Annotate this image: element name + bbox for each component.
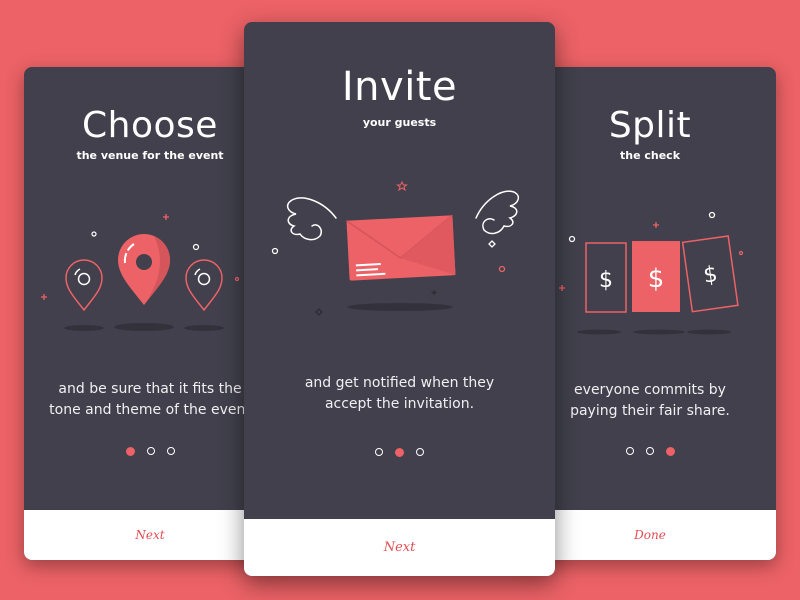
next-button[interactable]: Next bbox=[370, 536, 430, 559]
map-pins-illustration bbox=[41, 214, 240, 331]
card-footer: Done bbox=[524, 510, 776, 560]
card-description: and get notified when they accept the in… bbox=[304, 375, 495, 412]
page-dot-1[interactable] bbox=[625, 447, 634, 455]
wing-left-icon bbox=[286, 197, 337, 241]
map-pin-center-icon bbox=[118, 234, 170, 305]
ticket-center-icon: $ bbox=[632, 241, 680, 312]
page-dot-1[interactable] bbox=[375, 448, 383, 456]
winged-envelope-illustration bbox=[271, 180, 520, 316]
map-pin-left-icon bbox=[65, 259, 103, 312]
done-button[interactable]: Done bbox=[620, 524, 680, 546]
svg-text:$: $ bbox=[702, 262, 719, 289]
pagination-dots bbox=[524, 447, 776, 456]
card-description: everyone commits by paying their fair sh… bbox=[570, 382, 730, 419]
ticket-left-icon: $ bbox=[585, 242, 627, 313]
page-dot-3[interactable] bbox=[416, 448, 424, 456]
next-button[interactable]: Next bbox=[121, 524, 178, 546]
map-pin-right-icon bbox=[185, 259, 223, 312]
svg-text:$: $ bbox=[599, 268, 613, 293]
page-dot-2[interactable] bbox=[395, 448, 404, 457]
ticket-right-icon: $ bbox=[681, 235, 739, 313]
page-dot-1[interactable] bbox=[125, 447, 135, 456]
wing-right-icon bbox=[475, 190, 520, 235]
card-footer: Next bbox=[24, 510, 276, 560]
onboarding-card-choose: Choose the venue for the event and be su… bbox=[24, 67, 276, 560]
card-description: and be sure that it fits the tone and th… bbox=[49, 381, 251, 418]
pagination-dots bbox=[244, 448, 555, 457]
onboarding-card-invite: Invite your guests and get notified when… bbox=[244, 22, 555, 576]
pagination-dots bbox=[24, 447, 276, 456]
page-dot-2[interactable] bbox=[645, 447, 654, 455]
onboarding-card-split: Split the check $ $ $ everyone commits b… bbox=[524, 67, 776, 560]
page-dot-3[interactable] bbox=[665, 447, 675, 456]
svg-text:$: $ bbox=[648, 264, 665, 294]
dollar-tickets-illustration: $ $ $ bbox=[559, 211, 744, 335]
envelope-icon bbox=[346, 214, 456, 281]
page-dot-2[interactable] bbox=[146, 447, 155, 455]
page-dot-3[interactable] bbox=[166, 447, 175, 455]
card-footer: Next bbox=[244, 519, 555, 576]
